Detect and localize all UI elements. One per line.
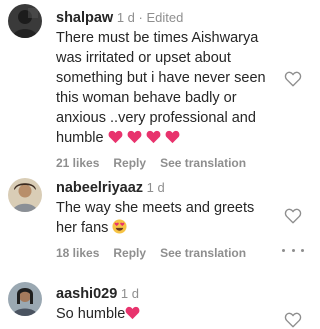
username[interactable]: aashi029 — [56, 286, 117, 302]
comment-body: There must be times Aishwarya was irrita… — [56, 30, 266, 146]
comment-meta: 1 d · Edited — [113, 10, 184, 25]
dot — [301, 248, 304, 252]
dot — [291, 248, 295, 252]
reply-button[interactable]: Reply — [113, 246, 146, 260]
avatar-image — [8, 282, 42, 316]
comment-meta: 1 d — [143, 180, 165, 195]
dot — [282, 248, 285, 252]
comment-meta: 1 d — [117, 286, 139, 301]
username[interactable]: nabeelriyaaz — [56, 180, 143, 196]
comment-actions: 18 likes Reply See translation — [56, 246, 278, 260]
avatar[interactable] — [8, 178, 42, 212]
heart-emoji — [165, 130, 180, 144]
avatar[interactable] — [8, 4, 42, 38]
likes-count[interactable]: 21 likes — [56, 156, 99, 170]
heart-outline-icon[interactable] — [284, 311, 302, 329]
comment-body: So humble — [56, 306, 126, 322]
username[interactable]: shalpaw — [56, 10, 113, 26]
heart-emoji — [108, 130, 123, 144]
heart-outline-icon[interactable] — [284, 207, 302, 225]
heart-outline-icon[interactable] — [284, 70, 302, 88]
comment-body: The way she meets and greets her fans — [56, 200, 255, 236]
comment-actions: 21 likes Reply See translation — [56, 156, 278, 170]
more-options-icon[interactable] — [282, 247, 304, 253]
avatar-image — [8, 178, 42, 212]
comment-text: aashi029 1 d So humble — [56, 284, 278, 324]
emoji-row — [108, 130, 180, 146]
see-translation-button[interactable]: See translation — [160, 246, 246, 260]
heart-emoji — [125, 306, 140, 320]
heart-eyes-emoji — [112, 219, 127, 234]
reply-button[interactable]: Reply — [113, 156, 146, 170]
avatar-image — [8, 4, 42, 38]
comment-text: nabeelriyaaz 1 d The way she meets and g… — [56, 178, 278, 238]
heart-emoji — [146, 130, 161, 144]
avatar[interactable] — [8, 282, 42, 316]
see-translation-button[interactable]: See translation — [160, 156, 246, 170]
heart-emoji — [127, 130, 142, 144]
likes-count[interactable]: 18 likes — [56, 246, 99, 260]
comment-text: shalpaw 1 d · Edited There must be times… — [56, 8, 278, 148]
